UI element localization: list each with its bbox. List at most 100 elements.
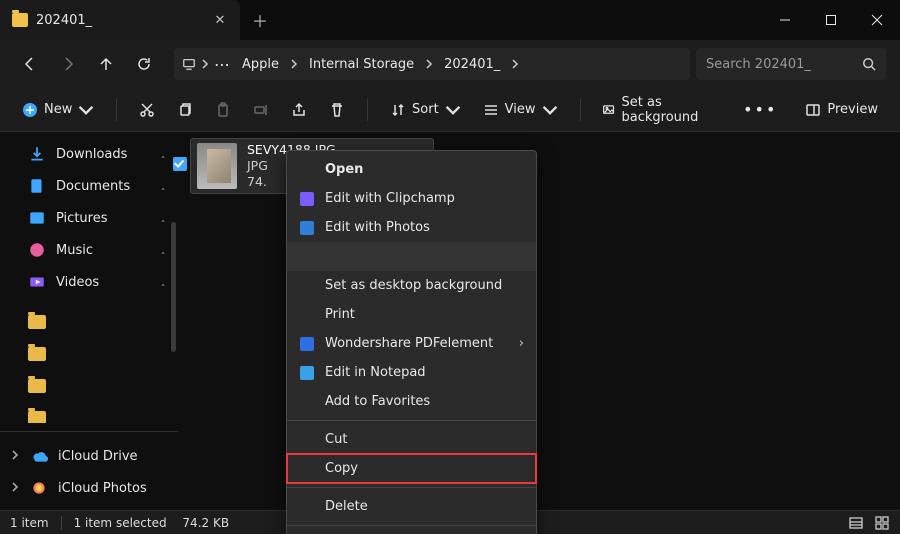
breadcrumb-overflow[interactable]: ⋯ [214, 55, 232, 74]
expand-icon[interactable] [10, 449, 20, 464]
body: Downloads Documents Pictures Music [0, 132, 900, 510]
sort-label: Sort [412, 102, 439, 117]
address-bar[interactable]: ⋯ Apple Internal Storage 202401_ [174, 48, 690, 80]
status-selected: 1 item selected [74, 516, 167, 530]
titlebar: 202401_ ✕ ＋ [0, 0, 900, 40]
file-thumbnail [197, 143, 237, 189]
window-close-button[interactable] [854, 0, 900, 40]
new-tab-button[interactable]: ＋ [240, 0, 280, 40]
ctx-separator [287, 487, 536, 488]
chevron-right-icon [200, 57, 210, 71]
ctx-delete[interactable]: Delete [287, 492, 536, 521]
delete-button[interactable] [321, 95, 353, 125]
minimize-button[interactable] [762, 0, 808, 40]
folder-icon [28, 315, 46, 329]
ctx-properties[interactable]: Properties [287, 530, 536, 534]
ctx-blank-row[interactable] [287, 242, 536, 271]
tab-close-button[interactable]: ✕ [212, 13, 228, 28]
view-button[interactable]: View [475, 95, 566, 125]
sidebar-item-videos[interactable]: Videos [0, 266, 178, 298]
new-button[interactable]: New [14, 95, 102, 125]
ctx-open[interactable]: Open [287, 155, 536, 184]
large-icons-view-icon[interactable] [874, 515, 890, 531]
search-input[interactable]: Search 202401_ [696, 48, 886, 80]
maximize-button[interactable] [808, 0, 854, 40]
sidebar-folder[interactable] [0, 338, 178, 370]
chevron-down-icon [78, 102, 94, 118]
back-button[interactable] [14, 48, 46, 80]
icloud-photos-icon [30, 480, 48, 496]
pictures-icon [28, 210, 46, 226]
ctx-add-favorites[interactable]: Add to Favorites [287, 387, 536, 416]
preview-button[interactable]: Preview [797, 95, 886, 125]
ctx-separator [287, 420, 536, 421]
sidebar-folder[interactable] [0, 306, 178, 338]
folder-icon [12, 13, 28, 27]
expand-icon[interactable] [10, 481, 20, 496]
status-size: 74.2 KB [182, 516, 229, 530]
notepad-icon [299, 365, 315, 381]
share-button[interactable] [283, 95, 315, 125]
videos-icon [28, 274, 46, 290]
pin-icon [158, 149, 168, 159]
details део-view-icon[interactable] [848, 515, 864, 531]
sidebar-item-pictures[interactable]: Pictures [0, 202, 178, 234]
music-icon [28, 242, 46, 258]
search-placeholder: Search 202401_ [706, 57, 854, 72]
pin-icon [158, 181, 168, 191]
file-explorer-window: 202401_ ✕ ＋ ⋯ Apple Internal Storage 202… [0, 0, 900, 534]
cut-button[interactable] [131, 95, 163, 125]
sidebar-folder[interactable] [0, 402, 178, 423]
copy-button[interactable] [169, 95, 201, 125]
window-tab[interactable]: 202401_ ✕ [0, 0, 240, 40]
ctx-separator [287, 525, 536, 526]
set-background-button[interactable]: Set as background [594, 95, 729, 125]
clipchamp-icon [299, 191, 315, 207]
folder-icon [28, 347, 46, 361]
new-button-label: New [44, 102, 72, 117]
tab-title: 202401_ [36, 13, 204, 28]
search-icon [862, 57, 876, 71]
sidebar-item-documents[interactable]: Documents [0, 170, 178, 202]
ctx-edit-photos[interactable]: Edit with Photos [287, 213, 536, 242]
pin-icon [158, 245, 168, 255]
ctx-cut[interactable]: Cut [287, 425, 536, 454]
pin-icon [158, 213, 168, 223]
paste-button[interactable] [207, 95, 239, 125]
pdfelement-icon [299, 336, 315, 352]
breadcrumb-item[interactable]: Internal Storage [303, 53, 420, 76]
navigation-bar: ⋯ Apple Internal Storage 202401_ Search … [0, 40, 900, 88]
context-menu: Open Edit with Clipchamp Edit with Photo… [286, 150, 537, 534]
forward-button[interactable] [52, 48, 84, 80]
sort-button[interactable]: Sort [382, 95, 469, 125]
sidebar-item-downloads[interactable]: Downloads [0, 138, 178, 170]
ctx-set-desktop-bg[interactable]: Set as desktop background [287, 271, 536, 300]
sidebar-item-icloud-drive[interactable]: iCloud Drive [0, 440, 178, 472]
ctx-edit-notepad[interactable]: Edit in Notepad [287, 358, 536, 387]
sidebar-scrollbar[interactable] [171, 222, 176, 352]
more-button[interactable]: ••• [735, 95, 785, 125]
rename-button[interactable] [245, 95, 277, 125]
monitor-icon [182, 57, 196, 71]
status-item-count: 1 item [10, 516, 49, 530]
sidebar-folder[interactable] [0, 370, 178, 402]
chevron-right-icon: › [519, 336, 524, 351]
view-label: View [505, 102, 536, 117]
refresh-button[interactable] [128, 48, 160, 80]
up-button[interactable] [90, 48, 122, 80]
breadcrumb-item[interactable]: Apple [236, 53, 285, 76]
sidebar-item-icloud-photos[interactable]: iCloud Photos [0, 472, 178, 504]
ctx-print[interactable]: Print [287, 300, 536, 329]
file-list-pane[interactable]: SEVY4188.JPG JPG 74. Open Edit with Clip… [178, 132, 900, 510]
ctx-pdfelement[interactable]: Wondershare PDFelement› [287, 329, 536, 358]
file-checkbox[interactable] [173, 157, 187, 171]
ctx-edit-clipchamp[interactable]: Edit with Clipchamp [287, 184, 536, 213]
sidebar-item-music[interactable]: Music [0, 234, 178, 266]
command-toolbar: New Sort View Set as background ••• [0, 88, 900, 132]
documents-icon [28, 178, 46, 194]
ctx-copy[interactable]: Copy [287, 454, 536, 483]
breadcrumb-item[interactable]: 202401_ [438, 53, 506, 76]
preview-label: Preview [827, 102, 878, 117]
folder-icon [28, 379, 46, 393]
pin-icon [158, 277, 168, 287]
